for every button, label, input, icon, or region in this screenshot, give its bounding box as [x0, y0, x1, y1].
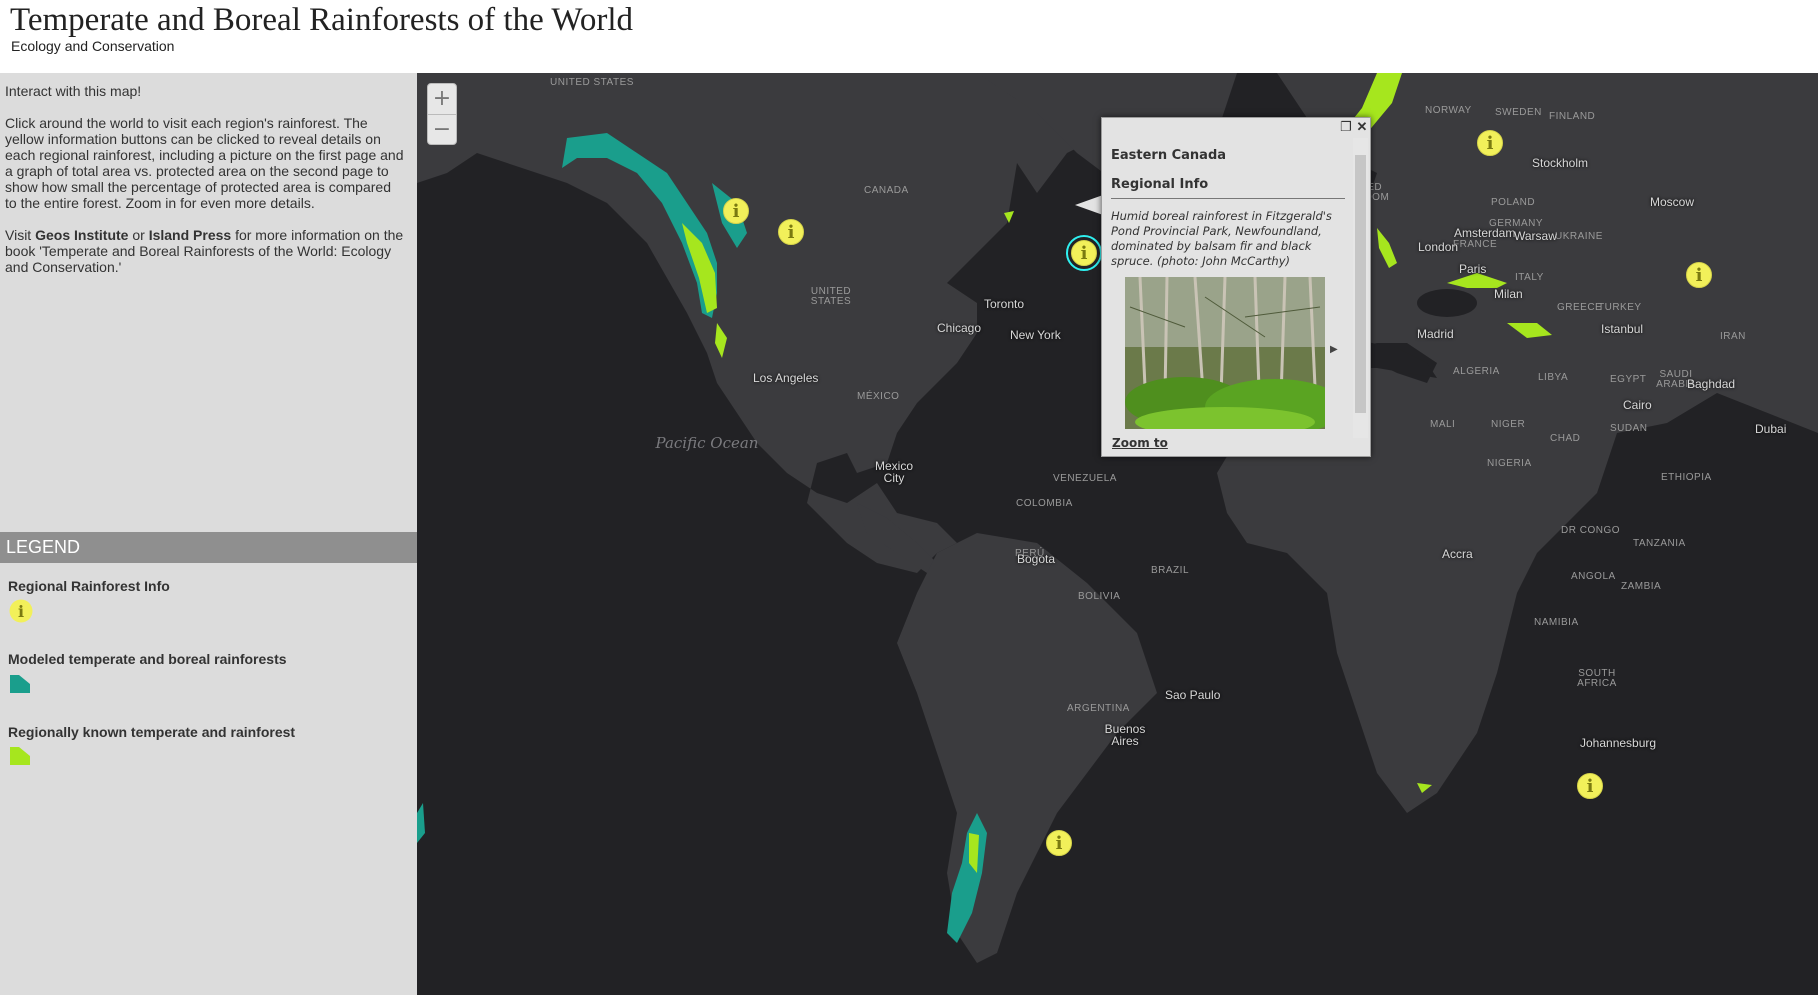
- city-sao-paulo: Sao Paulo: [1165, 688, 1221, 702]
- label-egypt: EGYPT: [1610, 374, 1647, 385]
- page-subtitle: Ecology and Conservation: [11, 38, 175, 54]
- legend-item-label: Modeled temperate and boreal rainforests: [8, 651, 287, 667]
- zoom-in-button[interactable]: +: [428, 84, 456, 114]
- label-angola: ANGOLA: [1571, 571, 1616, 582]
- info-marker-icon[interactable]: i: [723, 198, 749, 224]
- city-mexico-city: Mexico City: [874, 459, 913, 485]
- city-toronto: Toronto: [984, 297, 1025, 311]
- side-panel: Interact with this map! Click around the…: [0, 73, 417, 995]
- label-france: FRANCE: [1453, 239, 1498, 250]
- label-ukraine: UKRAINE: [1555, 231, 1603, 242]
- city-milan: Milan: [1494, 287, 1523, 301]
- info-marker-icon[interactable]: i: [1477, 130, 1503, 156]
- intro-heading: Interact with this map!: [5, 83, 142, 99]
- city-los-angeles: Los Angeles: [753, 371, 819, 385]
- city-accra: Accra: [1442, 547, 1473, 561]
- label-nigeria: NIGERIA: [1487, 458, 1532, 469]
- label-sudan: SUDAN: [1610, 423, 1648, 434]
- label-greece: GREECE: [1557, 302, 1603, 313]
- island-press-link[interactable]: Island Press: [149, 227, 232, 243]
- city-johannesburg: Johannesburg: [1580, 736, 1657, 750]
- label-pacific-ocean: Pacific Ocean: [655, 434, 759, 452]
- label-algeria: ALGERIA: [1453, 366, 1500, 377]
- label-tanzania: TANZANIA: [1633, 538, 1686, 549]
- popup-subheading: Regional Info: [1111, 177, 1345, 199]
- label-niger: NIGER: [1491, 419, 1526, 430]
- info-popup: ❐ ✕ Eastern Canada Regional Info Humid b…: [1101, 117, 1371, 457]
- intro-visit: Visit Geos Institute or Island Press for…: [5, 227, 405, 275]
- label-ethiopia: ETHIOPIA: [1661, 472, 1712, 483]
- label-colombia: COLOMBIA: [1016, 498, 1073, 509]
- city-buenos-aires: Buenos Aires: [1104, 722, 1146, 748]
- city-amsterdam: Amsterdam: [1454, 226, 1516, 240]
- zoom-to-link[interactable]: Zoom to: [1112, 436, 1168, 450]
- page-title: Temperate and Boreal Rainforests of the …: [10, 2, 634, 38]
- info-marker-icon[interactable]: i: [1066, 235, 1102, 271]
- label-mexico: MÉXICO: [857, 391, 900, 402]
- city-cairo: Cairo: [1623, 398, 1652, 412]
- label-dr-congo: DR CONGO: [1561, 525, 1620, 536]
- city-london: London: [1418, 240, 1459, 254]
- info-marker-icon[interactable]: i: [1686, 262, 1712, 288]
- visit-or: or: [128, 227, 149, 243]
- label-canada: CANADA: [864, 185, 909, 196]
- city-madrid: Madrid: [1417, 327, 1454, 341]
- popup-description: Humid boreal rainforest in Fitzgerald's …: [1111, 209, 1332, 268]
- label-zambia: ZAMBIA: [1621, 581, 1662, 592]
- label-chad: CHAD: [1550, 433, 1581, 444]
- city-baghdad: Baghdad: [1687, 377, 1736, 391]
- popup-scrollbar[interactable]: [1353, 138, 1368, 438]
- popup-titlebar: ❐ ✕: [1102, 118, 1370, 138]
- label-finland: FINLAND: [1549, 111, 1596, 122]
- maximize-icon[interactable]: ❐: [1339, 120, 1353, 134]
- label-south-africa: SOUTH AFRICA: [1577, 668, 1617, 689]
- label-italy: ITALY: [1515, 272, 1544, 283]
- forest-photo[interactable]: [1125, 277, 1325, 429]
- city-dubai: Dubai: [1755, 422, 1787, 436]
- city-warsaw: Warsaw: [1514, 229, 1557, 243]
- visit-prefix: Visit: [5, 227, 36, 243]
- label-argentina: ARGENTINA: [1067, 703, 1130, 714]
- close-icon[interactable]: ✕: [1355, 120, 1369, 134]
- city-moscow: Moscow: [1650, 195, 1695, 209]
- geos-institute-link[interactable]: Geos Institute: [35, 227, 128, 243]
- label-sweden: SWEDEN: [1495, 107, 1542, 118]
- label-united-states-ak: UNITED STATES: [550, 77, 634, 88]
- info-marker-icon[interactable]: i: [778, 219, 804, 245]
- popup-heading: Eastern Canada: [1111, 148, 1227, 163]
- label-namibia: NAMIBIA: [1534, 617, 1579, 628]
- city-new-york: New York: [1010, 328, 1061, 342]
- city-istanbul: Istanbul: [1601, 322, 1644, 336]
- next-arrow-icon[interactable]: ▶: [1330, 344, 1338, 355]
- header: Temperate and Boreal Rainforests of the …: [0, 0, 1818, 73]
- label-mali: MALI: [1430, 419, 1456, 430]
- info-marker-icon[interactable]: i: [1577, 773, 1603, 799]
- info-marker-icon: i: [9, 599, 35, 630]
- label-libya: LIBYA: [1538, 372, 1569, 383]
- zoom-out-button[interactable]: −: [428, 114, 456, 144]
- green-polygon-swatch: [9, 746, 31, 771]
- label-bolivia: BOLIVIA: [1078, 591, 1121, 602]
- city-paris: Paris: [1459, 262, 1487, 276]
- zoom-control: + −: [427, 83, 457, 145]
- intro-instructions: Click around the world to visit each reg…: [5, 115, 404, 211]
- city-stockholm: Stockholm: [1532, 156, 1589, 170]
- label-united-states: UNITED STATES: [810, 286, 852, 307]
- legend-item-label: Regionally known temperate and rainfores…: [8, 724, 296, 740]
- legend-item-label: Regional Rainforest Info: [8, 578, 170, 594]
- label-turkey: TURKEY: [1598, 302, 1642, 313]
- label-norway: NORWAY: [1425, 105, 1472, 116]
- city-bogota: Bogota: [1017, 552, 1056, 566]
- label-iran: IRAN: [1720, 331, 1746, 342]
- label-brazil: BRAZIL: [1151, 565, 1190, 576]
- label-poland: POLAND: [1491, 197, 1536, 208]
- label-venezuela: VENEZUELA: [1053, 473, 1117, 484]
- legend-header: LEGEND: [0, 532, 417, 563]
- svg-text:i: i: [18, 602, 24, 621]
- intro-text: Interact with this map! Click around the…: [5, 83, 405, 291]
- info-marker-icon[interactable]: i: [1046, 830, 1072, 856]
- teal-polygon-swatch: [9, 674, 31, 699]
- city-chicago: Chicago: [937, 321, 982, 335]
